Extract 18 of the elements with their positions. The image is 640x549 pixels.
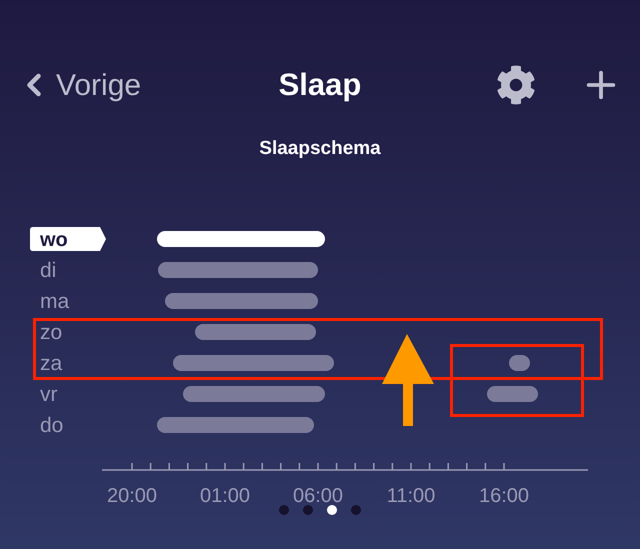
axis-label: 01:00 bbox=[200, 485, 250, 507]
day-label[interactable]: zo bbox=[40, 321, 62, 344]
up-arrow-icon bbox=[382, 334, 434, 426]
axis-label: 11:00 bbox=[386, 485, 436, 507]
axis-label: 06:00 bbox=[292, 485, 344, 507]
day-label[interactable]: ma bbox=[40, 290, 70, 313]
day-label[interactable]: za bbox=[40, 352, 62, 375]
day-label[interactable]: vr bbox=[40, 383, 58, 406]
section-title: Slaapschema bbox=[258, 136, 382, 160]
axis-label: 16:00 bbox=[478, 485, 530, 507]
page-title: Slaap bbox=[278, 66, 362, 104]
day-label[interactable]: di bbox=[40, 259, 56, 282]
axis-label: 20:00 bbox=[106, 485, 158, 507]
day-label[interactable]: do bbox=[40, 414, 64, 437]
back-button[interactable]: Vorige bbox=[16, 62, 142, 108]
day-label[interactable]: wo bbox=[30, 227, 106, 251]
settings-button[interactable] bbox=[496, 65, 536, 106]
settings-icon bbox=[496, 65, 536, 106]
